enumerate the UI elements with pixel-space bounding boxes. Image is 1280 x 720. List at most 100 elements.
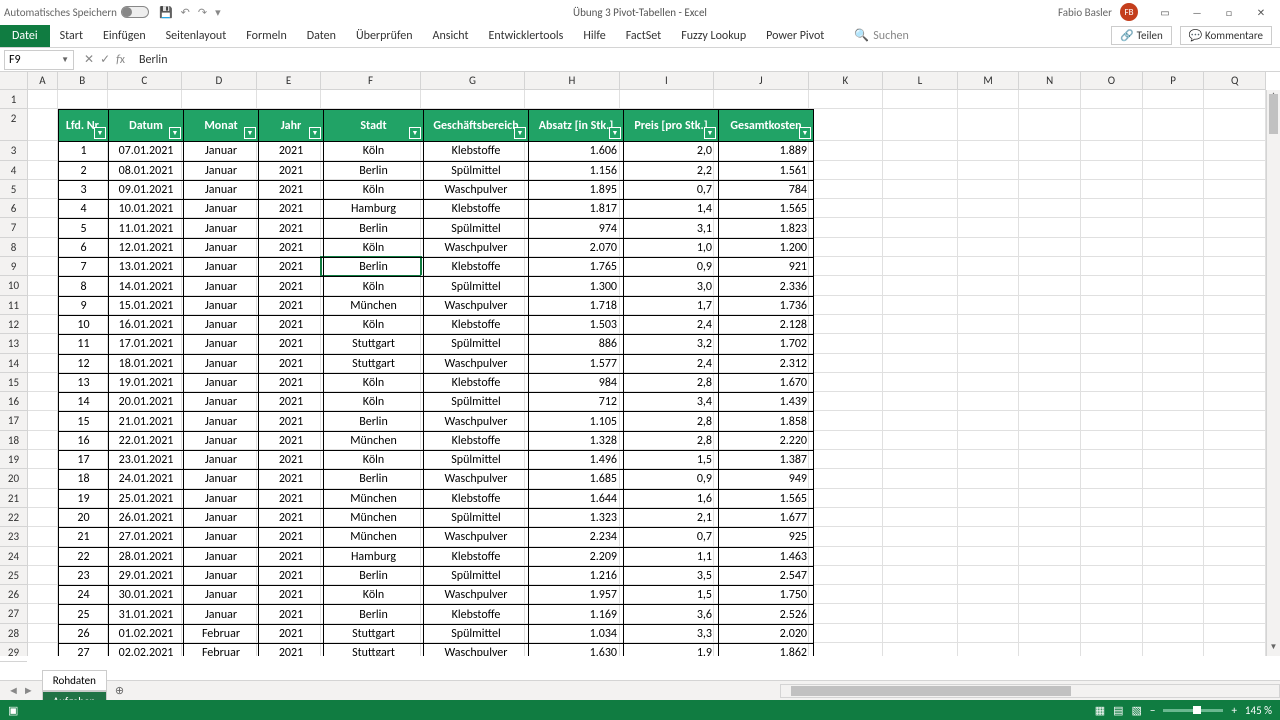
- select-all-corner[interactable]: [0, 72, 28, 90]
- table-cell[interactable]: Januar: [184, 373, 259, 392]
- table-cell[interactable]: 26: [59, 624, 109, 643]
- table-header[interactable]: Geschäftsbereich▼: [424, 110, 529, 142]
- table-cell[interactable]: 1.463: [719, 547, 814, 566]
- scroll-thumb[interactable]: [1269, 94, 1278, 134]
- table-row[interactable]: 1319.01.2021Januar2021KölnKlebstoffe9842…: [59, 373, 814, 392]
- table-cell[interactable]: Klebstoffe: [424, 547, 529, 566]
- table-cell[interactable]: Januar: [184, 586, 259, 605]
- table-cell[interactable]: 02.02.2021: [109, 644, 184, 656]
- table-cell[interactable]: Berlin: [324, 161, 424, 180]
- filter-icon[interactable]: ▼: [609, 127, 621, 139]
- table-cell[interactable]: Januar: [184, 180, 259, 199]
- table-cell[interactable]: 16: [59, 431, 109, 450]
- table-cell[interactable]: 14: [59, 393, 109, 412]
- col-header-G[interactable]: G: [421, 72, 525, 89]
- col-header-A[interactable]: A: [28, 72, 58, 89]
- tab-seitenlayout[interactable]: Seitenlayout: [156, 25, 237, 47]
- table-cell[interactable]: 19: [59, 489, 109, 508]
- table-cell[interactable]: 3,2: [624, 335, 719, 354]
- table-cell[interactable]: Berlin: [324, 605, 424, 624]
- table-cell[interactable]: 0,9: [624, 470, 719, 489]
- col-header-P[interactable]: P: [1143, 72, 1205, 89]
- table-cell[interactable]: 1.765: [529, 258, 624, 277]
- vertical-scrollbar[interactable]: ▲ ▼: [1266, 90, 1280, 656]
- table-header[interactable]: Lfd. Nr.▼: [59, 110, 109, 142]
- row-header-6[interactable]: 6: [0, 199, 27, 218]
- table-cell[interactable]: 2021: [259, 258, 324, 277]
- table-cell[interactable]: 25: [59, 605, 109, 624]
- table-cell[interactable]: 2.070: [529, 238, 624, 257]
- table-cell[interactable]: Köln: [324, 451, 424, 470]
- table-cell[interactable]: 2,8: [624, 412, 719, 431]
- table-header[interactable]: Monat▼: [184, 110, 259, 142]
- table-cell[interactable]: 27.01.2021: [109, 528, 184, 547]
- table-cell[interactable]: Klebstoffe: [424, 200, 529, 219]
- enter-icon[interactable]: ✓: [100, 52, 110, 67]
- table-cell[interactable]: Waschpulver: [424, 586, 529, 605]
- filter-icon[interactable]: ▼: [799, 127, 811, 139]
- table-cell[interactable]: 2.312: [719, 354, 814, 373]
- table-header[interactable]: Preis [pro Stk.]▼: [624, 110, 719, 142]
- table-cell[interactable]: 9: [59, 296, 109, 315]
- table-cell[interactable]: 1.105: [529, 412, 624, 431]
- table-cell[interactable]: 2021: [259, 315, 324, 334]
- col-header-L[interactable]: L: [883, 72, 958, 89]
- row-header-20[interactable]: 20: [0, 469, 27, 488]
- table-cell[interactable]: Januar: [184, 508, 259, 527]
- table-cell[interactable]: 2021: [259, 200, 324, 219]
- table-cell[interactable]: Januar: [184, 277, 259, 296]
- table-cell[interactable]: 23: [59, 566, 109, 585]
- table-cell[interactable]: Januar: [184, 566, 259, 585]
- table-cell[interactable]: 1.858: [719, 412, 814, 431]
- table-cell[interactable]: 27: [59, 644, 109, 656]
- table-cell[interactable]: 10: [59, 315, 109, 334]
- table-row[interactable]: 2702.02.2021Februar2021StuttgartWaschpul…: [59, 644, 814, 656]
- col-header-M[interactable]: M: [958, 72, 1020, 89]
- table-cell[interactable]: Berlin: [324, 219, 424, 238]
- table-cell[interactable]: Köln: [324, 373, 424, 392]
- filter-icon[interactable]: ▼: [514, 127, 526, 139]
- table-cell[interactable]: Stuttgart: [324, 624, 424, 643]
- table-cell[interactable]: 1.889: [719, 142, 814, 161]
- table-cell[interactable]: Stuttgart: [324, 335, 424, 354]
- table-cell[interactable]: 2.547: [719, 566, 814, 585]
- table-cell[interactable]: Waschpulver: [424, 180, 529, 199]
- row-header-13[interactable]: 13: [0, 334, 27, 353]
- close-icon[interactable]: ✕: [1246, 2, 1276, 22]
- table-cell[interactable]: 1.817: [529, 200, 624, 219]
- row-header-4[interactable]: 4: [0, 161, 27, 180]
- table-cell[interactable]: 0,7: [624, 180, 719, 199]
- row-header-3[interactable]: 3: [0, 141, 27, 160]
- table-header[interactable]: Gesamtkosten▼: [719, 110, 814, 142]
- table-cell[interactable]: 2021: [259, 142, 324, 161]
- comments-button[interactable]: 💬 Kommentare: [1180, 26, 1272, 45]
- table-cell[interactable]: Februar: [184, 624, 259, 643]
- table-cell[interactable]: Januar: [184, 547, 259, 566]
- table-row[interactable]: 1824.01.2021Januar2021BerlinWaschpulver1…: [59, 470, 814, 489]
- table-cell[interactable]: Waschpulver: [424, 238, 529, 257]
- col-header-E[interactable]: E: [257, 72, 322, 89]
- table-cell[interactable]: München: [324, 508, 424, 527]
- table-cell[interactable]: 2021: [259, 431, 324, 450]
- table-cell[interactable]: Berlin: [324, 470, 424, 489]
- row-header-23[interactable]: 23: [0, 527, 27, 546]
- table-cell[interactable]: Köln: [324, 238, 424, 257]
- table-cell[interactable]: 2,2: [624, 161, 719, 180]
- table-cell[interactable]: 29.01.2021: [109, 566, 184, 585]
- table-cell[interactable]: 22.01.2021: [109, 431, 184, 450]
- table-row[interactable]: 107.01.2021Januar2021KölnKlebstoffe1.606…: [59, 142, 814, 161]
- table-cell[interactable]: Januar: [184, 315, 259, 334]
- row-header-29[interactable]: 29: [0, 643, 27, 662]
- table-cell[interactable]: 8: [59, 277, 109, 296]
- cell-grid[interactable]: Lfd. Nr.▼Datum▼Monat▼Jahr▼Stadt▼Geschäft…: [28, 90, 1266, 656]
- table-cell[interactable]: 1,0: [624, 238, 719, 257]
- table-cell[interactable]: 2.020: [719, 624, 814, 643]
- row-header-19[interactable]: 19: [0, 450, 27, 469]
- row-header-26[interactable]: 26: [0, 585, 27, 604]
- table-cell[interactable]: 2.220: [719, 431, 814, 450]
- table-cell[interactable]: Spülmittel: [424, 451, 529, 470]
- table-cell[interactable]: 2021: [259, 624, 324, 643]
- table-cell[interactable]: 1.200: [719, 238, 814, 257]
- table-cell[interactable]: 15.01.2021: [109, 296, 184, 315]
- table-cell[interactable]: Waschpulver: [424, 354, 529, 373]
